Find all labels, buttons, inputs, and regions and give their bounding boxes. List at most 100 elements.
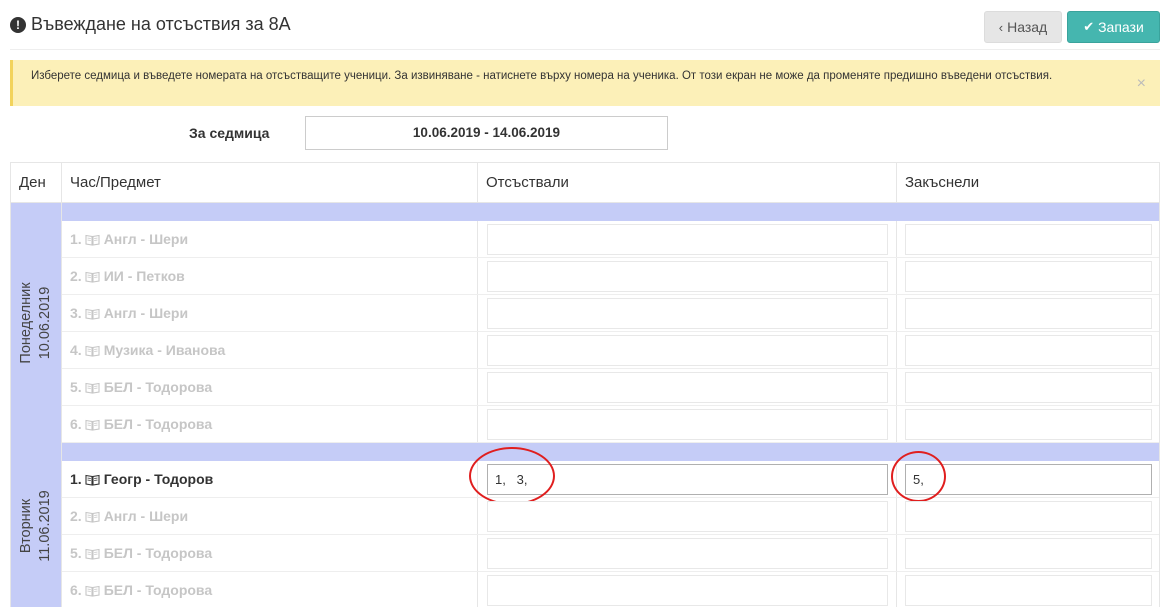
lesson-subject: 5. БЕЛ - Тодорова [62,535,478,571]
week-label: За седмица [189,125,270,141]
page-title-text: Въвеждане на отсъствия за 8А [31,14,291,34]
page-header: ! Въвеждане на отсъствия за 8А ‹ Назад ✔… [10,10,1160,46]
late-input[interactable] [905,298,1152,329]
header-lesson: Час/Предмет [62,163,478,203]
lesson-number: 2. [70,268,82,284]
day-name: Понеделник [18,282,34,364]
save-button-label: Запази [1098,19,1144,35]
lesson-name: БЕЛ - Тодорова [103,545,213,561]
book-icon [85,584,100,597]
late-input[interactable] [905,538,1152,569]
book-icon [85,473,100,486]
save-button[interactable]: ✔ Запази [1067,11,1160,43]
lesson-subject: 6. БЕЛ - Тодорова [62,572,478,607]
exclamation-circle-icon: ! [10,16,26,33]
lesson-row: 1. Геогр - Тодоров 1, 3, 5, [62,461,1159,498]
lesson-number: 6. [70,582,82,598]
day-name: Вторник [18,498,34,554]
chevron-left-icon: ‹ [998,19,1004,35]
back-button-label: Назад [1007,19,1048,35]
absences-table: Ден Час/Предмет Отсъствали Закъснели Пон… [10,162,1160,607]
lesson-name: БЕЛ - Тодорова [103,582,213,598]
lesson-name: Англ - Шери [103,231,189,247]
lesson-subject: 2. Англ - Шери [62,498,478,534]
lesson-number: 6. [70,416,82,432]
lesson-name: Англ - Шери [103,305,189,321]
absent-input[interactable] [487,298,888,329]
header-day: Ден [11,163,62,203]
lesson-row: 6. БЕЛ - Тодорова [62,406,1159,443]
day-date: 11.06.2019 [37,490,53,562]
late-input[interactable] [905,409,1152,440]
lesson-row: 4. Музика - Иванова [62,332,1159,369]
book-icon [85,418,100,431]
lesson-subject: 5. БЕЛ - Тодорова [62,369,478,405]
page-title: ! Въвеждане на отсъствия за 8А [10,14,291,35]
lesson-row: 1. Англ - Шери [62,221,1159,258]
book-icon [85,547,100,560]
lesson-subject: 3. Англ - Шери [62,295,478,331]
late-input[interactable] [905,575,1152,606]
header-divider [10,49,1160,50]
lesson-number: 1. [70,231,82,247]
lesson-subject: 4. Музика - Иванова [62,332,478,368]
book-icon [85,270,100,283]
day-cell: Понеделник 10.06.2019 [11,203,62,443]
day-band [62,443,1159,461]
lesson-number: 5. [70,379,82,395]
lesson-name: Геогр - Тодоров [103,471,214,487]
check-icon: ✔ [1083,19,1095,34]
header-late: Закъснели [897,163,1159,203]
back-button[interactable]: ‹ Назад [984,11,1062,43]
day-band [62,203,1159,221]
lesson-row: 2. Англ - Шери [62,498,1159,535]
lesson-row: 2. ИИ - Петков [62,258,1159,295]
info-alert: Изберете седмица и въведете номерата на … [10,60,1160,106]
lesson-subject: 1. Англ - Шери [62,221,478,257]
lesson-number: 1. [70,471,82,487]
lesson-number: 2. [70,508,82,524]
close-icon[interactable]: × [1137,76,1146,92]
late-input[interactable]: 5, [905,464,1152,495]
lesson-name: Англ - Шери [103,508,189,524]
week-picker-input[interactable]: 10.06.2019 - 14.06.2019 [305,116,668,150]
header-absent: Отсъствали [478,163,897,203]
lesson-row: 3. Англ - Шери [62,295,1159,332]
absent-input[interactable]: 1, 3, [487,464,888,495]
lesson-subject: 2. ИИ - Петков [62,258,478,294]
book-icon [85,381,100,394]
lesson-number: 3. [70,305,82,321]
late-input[interactable] [905,372,1152,403]
absent-input[interactable] [487,335,888,366]
late-input[interactable] [905,335,1152,366]
late-input[interactable] [905,261,1152,292]
day-label: Понеделник 10.06.2019 [17,282,55,363]
absent-input[interactable] [487,501,888,532]
lesson-row: 5. БЕЛ - Тодорова [62,369,1159,406]
absent-input[interactable] [487,372,888,403]
lesson-name: Музика - Иванова [103,342,226,358]
late-input[interactable] [905,224,1152,255]
absent-input[interactable] [487,261,888,292]
lesson-row: 5. БЕЛ - Тодорова [62,535,1159,572]
absent-input[interactable] [487,575,888,606]
book-icon [85,233,100,246]
day-cell: Вторник 11.06.2019 [11,443,62,607]
absent-input[interactable] [487,409,888,440]
lesson-row: 6. БЕЛ - Тодорова [62,572,1159,607]
book-icon [85,344,100,357]
absent-input[interactable] [487,538,888,569]
lesson-number: 5. [70,545,82,561]
lesson-subject: 1. Геогр - Тодоров [62,461,478,497]
alert-text: Изберете седмица и въведете номерата на … [31,70,1053,82]
late-input[interactable] [905,501,1152,532]
day-date: 10.06.2019 [37,286,53,360]
lesson-name: БЕЛ - Тодорова [103,379,213,395]
book-icon [85,510,100,523]
lesson-name: ИИ - Петков [103,268,185,284]
lesson-name: БЕЛ - Тодорова [103,416,213,432]
day-label: Вторник 11.06.2019 [17,490,55,562]
lesson-number: 4. [70,342,82,358]
book-icon [85,307,100,320]
absent-input[interactable] [487,224,888,255]
